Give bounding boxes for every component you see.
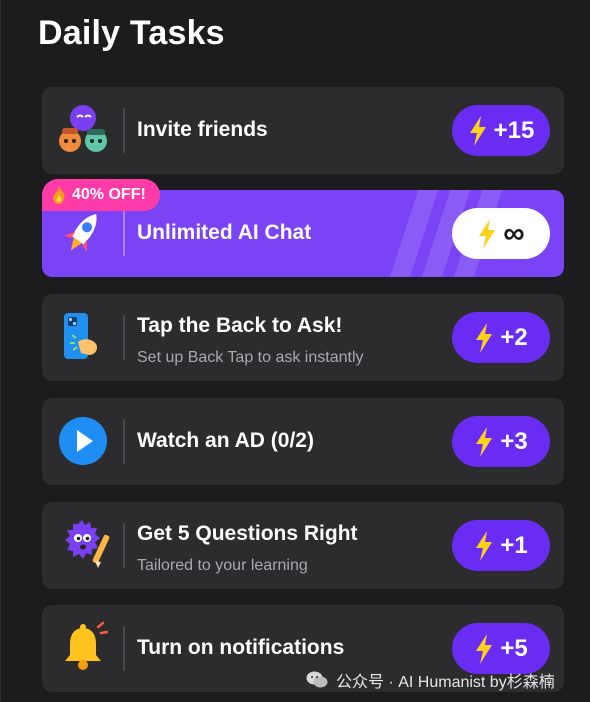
lightning-icon [479,218,496,249]
reward-value: +5 [500,634,528,662]
friends-icon [54,101,112,159]
task-card-back-tap[interactable]: Tap the Back to Ask! Set up Back Tap to … [42,294,564,381]
task-title: Watch an AD (0/2) [137,429,314,452]
divider [123,315,125,360]
wechat-icon [306,671,328,688]
divider [123,211,125,256]
badge-label: 40% OFF! [72,186,146,203]
reward-button[interactable]: +2 [452,312,550,363]
task-title: Turn on notifications [137,636,345,659]
reward-button[interactable]: +1 [452,520,550,571]
lightning-icon [476,530,493,561]
task-card-invite-friends[interactable]: Invite friends +15 [42,87,564,174]
reward-button[interactable]: +5 [452,623,550,674]
lightning-icon [476,633,493,664]
task-card-questions-right[interactable]: Get 5 Questions Right Tailored to your l… [42,502,564,589]
divider [123,523,125,568]
reward-value: +15 [493,116,535,144]
task-title: Invite friends [137,118,268,141]
watermark-text: 公众号 · AI Humanist by杉森楠 [336,674,555,691]
monster-pencil-icon [54,516,112,574]
lightning-icon [469,115,486,146]
discount-badge: 40% OFF! [42,179,160,211]
task-card-watch-ad[interactable]: Watch an AD (0/2) +3 [42,398,564,485]
divider [123,108,125,153]
task-title: Get 5 Questions Right [137,522,358,545]
flame-icon [53,186,65,204]
task-subtitle: Set up Back Tap to ask instantly [137,349,364,366]
task-title: Unlimited AI Chat [137,221,312,244]
reward-value: +1 [500,531,528,559]
play-icon [54,412,112,470]
divider [123,419,125,464]
lightning-icon [476,322,493,353]
reward-button[interactable]: +3 [452,416,550,467]
watermark: 公众号 · AI Humanist by杉森楠 [306,668,555,692]
bell-icon [54,619,112,677]
reward-value: ∞ [503,216,525,250]
reward-button[interactable]: ∞ [452,208,550,259]
reward-value: +2 [500,323,528,351]
task-title: Tap the Back to Ask! [137,314,343,337]
task-subtitle: Tailored to your learning [137,557,308,574]
lightning-icon [476,426,493,457]
reward-value: +3 [500,427,528,455]
reward-button[interactable]: +15 [452,105,550,156]
phone-tap-icon [54,308,112,366]
divider [123,626,125,671]
page-title: Daily Tasks [38,14,225,52]
rocket-icon [54,204,112,262]
